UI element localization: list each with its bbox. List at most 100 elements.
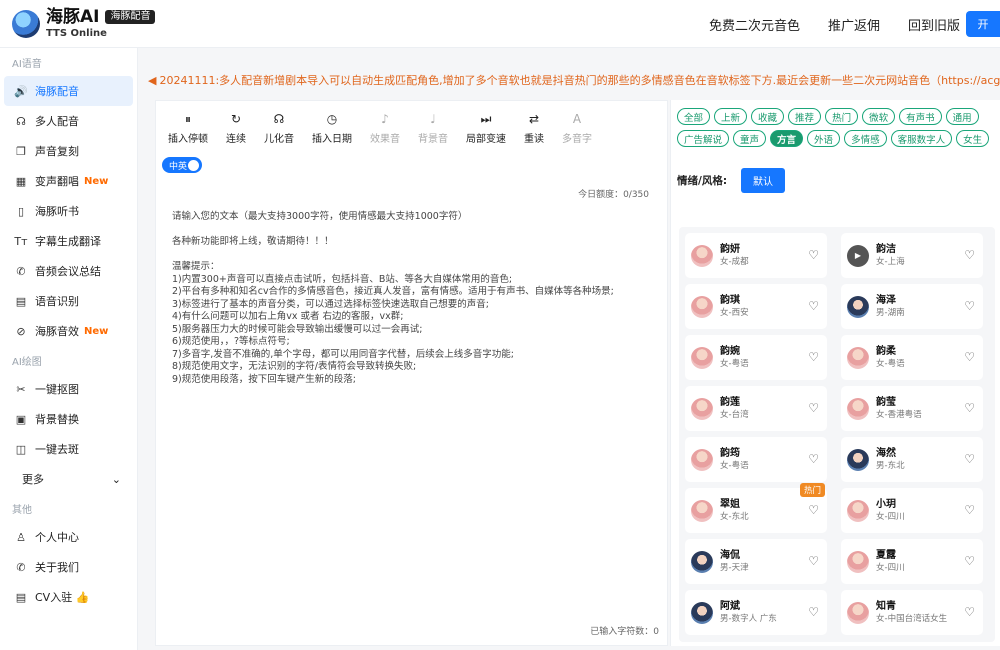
voice-card[interactable]: 海然 男-东北 ♡ <box>841 437 983 482</box>
voice-tag[interactable]: 上新 <box>714 108 748 125</box>
voice-tag[interactable]: 多情感 <box>844 130 887 147</box>
voice-card[interactable]: 韵筠 女-粤语 ♡ <box>685 437 827 482</box>
heart-icon[interactable]: ♡ <box>808 503 819 517</box>
sidebar-item[interactable]: ▯ 海豚听书 <box>4 196 133 226</box>
voice-card[interactable]: 海泽 男-湖南 ♡ <box>841 284 983 329</box>
sidebar-item[interactable]: ▤ CV入驻 👍 <box>4 582 133 612</box>
voice-description: 男-湖南 <box>876 307 905 318</box>
style-default-button[interactable]: 默认 <box>741 168 786 193</box>
voice-card[interactable]: 韵莲 女-台湾 ♡ <box>685 386 827 431</box>
voice-avatar[interactable] <box>847 346 869 369</box>
voice-card[interactable]: 韵妍 女-成都 ♡ <box>685 233 827 278</box>
voice-tag[interactable]: 女生 <box>956 130 990 147</box>
sidebar-item[interactable]: ✆ 关于我们 <box>4 552 133 582</box>
voice-card[interactable]: 韵琪 女-西安 ♡ <box>685 284 827 329</box>
sidebar-item[interactable]: ☊ 多人配音 <box>4 106 133 136</box>
voice-card[interactable]: 阿斌 男-数字人 广东 ♡ <box>685 590 827 635</box>
voice-tag[interactable]: 全部 <box>677 108 711 125</box>
voice-avatar[interactable] <box>847 448 869 471</box>
sidebar-item[interactable]: ♙ 个人中心 <box>4 522 133 552</box>
play-icon[interactable]: ▶ <box>847 244 869 267</box>
heart-icon[interactable]: ♡ <box>808 401 819 415</box>
nav-referral[interactable]: 推广返佣 <box>828 15 880 34</box>
sidebar-item[interactable]: ▤ 语音识别 <box>4 286 133 316</box>
heart-icon[interactable]: ♡ <box>964 299 975 313</box>
heart-icon[interactable]: ♡ <box>808 248 819 262</box>
voice-avatar[interactable] <box>847 397 869 420</box>
voice-tag[interactable]: 客服数字人 <box>890 130 953 147</box>
toolbar-button[interactable]: ⏸ 插入停顿 <box>159 105 217 151</box>
toolbar-button[interactable]: ⏭ 局部变速 <box>457 105 515 151</box>
heart-icon[interactable]: ♡ <box>964 350 975 364</box>
text-input[interactable]: 请输入您的文本（最大支持3000字符，使用情感最大支持1000字符） 各种新功能… <box>172 211 652 386</box>
voice-avatar[interactable] <box>847 499 869 522</box>
sidebar-item[interactable]: ❐ 声音复刻 <box>4 136 133 166</box>
voice-avatar[interactable] <box>847 295 869 318</box>
toolbar-button[interactable]: A 多音字 <box>553 105 601 151</box>
nav-old-version[interactable]: 回到旧版 <box>908 15 960 34</box>
sidebar-item[interactable]: ▦ 变声翻唱 New <box>4 166 133 196</box>
heart-icon[interactable]: ♡ <box>808 299 819 313</box>
voice-tag[interactable]: 方言 <box>770 130 804 147</box>
voice-card[interactable]: 韵柔 女-粤语 ♡ <box>841 335 983 380</box>
voice-avatar[interactable] <box>691 397 713 420</box>
voice-card[interactable]: 海侃 男-天津 ♡ <box>685 539 827 584</box>
voice-avatar[interactable] <box>691 601 713 624</box>
heart-icon[interactable]: ♡ <box>964 452 975 466</box>
heart-icon[interactable]: ♡ <box>964 248 975 262</box>
voice-tag[interactable]: 通用 <box>945 108 979 125</box>
heart-icon[interactable]: ♡ <box>964 503 975 517</box>
toolbar-button[interactable]: ⇄ 重读 <box>515 105 553 151</box>
sidebar-item[interactable]: ✆ 音频会议总结 <box>4 256 133 286</box>
heart-icon[interactable]: ♡ <box>808 554 819 568</box>
voice-card[interactable]: 韵婉 女-粤语 ♡ <box>685 335 827 380</box>
heart-icon[interactable]: ♡ <box>808 350 819 364</box>
toolbar-button[interactable]: ↻ 连续 <box>217 105 255 151</box>
heart-icon[interactable]: ♡ <box>808 452 819 466</box>
voice-tag[interactable]: 收藏 <box>751 108 785 125</box>
heart-icon[interactable]: ♡ <box>808 605 819 619</box>
logo[interactable]: 海豚AI 海豚配音 TTS Online <box>0 8 160 39</box>
voice-card[interactable]: 韵莹 女-香港粤语 ♡ <box>841 386 983 431</box>
heart-icon[interactable]: ♡ <box>964 401 975 415</box>
sidebar-item[interactable]: Tт 字幕生成翻译 <box>4 226 133 256</box>
voice-avatar[interactable] <box>691 499 713 522</box>
voice-tag[interactable]: 广告解说 <box>677 130 730 147</box>
nav-free-anime-voices[interactable]: 免费二次元音色 <box>709 15 800 34</box>
toolbar-button[interactable]: ♩ 背景音 <box>409 105 457 151</box>
sidebar-item[interactable]: 🔊 海豚配音 <box>4 76 133 106</box>
voice-avatar[interactable] <box>691 295 713 318</box>
open-button[interactable]: 开 <box>966 11 1000 37</box>
voice-avatar[interactable] <box>691 244 713 267</box>
voice-tag[interactable]: 有声书 <box>899 108 942 125</box>
toolbar-icon: ◷ <box>326 111 338 126</box>
heart-icon[interactable]: ♡ <box>964 554 975 568</box>
voice-tag[interactable]: 推荐 <box>788 108 822 125</box>
voice-card[interactable]: 翠姐 女-东北 ♡ 热门 <box>685 483 827 533</box>
sidebar-item-label: 一键抠图 <box>35 383 79 396</box>
voice-tag[interactable]: 外语 <box>807 130 841 147</box>
voice-card[interactable]: 小玥 女-四川 ♡ <box>841 488 983 533</box>
voice-tag[interactable]: 微软 <box>862 108 896 125</box>
voice-avatar[interactable] <box>847 601 869 624</box>
sidebar-more-toggle[interactable]: 更多 ⌄ <box>4 464 133 494</box>
voice-name: 阿斌 <box>720 600 740 612</box>
voice-card[interactable]: 夏露 女-四川 ♡ <box>841 539 983 584</box>
voice-avatar[interactable] <box>691 346 713 369</box>
heart-icon[interactable]: ♡ <box>964 605 975 619</box>
sidebar-item[interactable]: ▣ 背景替换 <box>4 404 133 434</box>
zh-en-toggle[interactable]: 中英 <box>162 157 202 173</box>
sidebar-item[interactable]: ◫ 一键去斑 <box>4 434 133 464</box>
voice-tag[interactable]: 童声 <box>733 130 767 147</box>
voice-avatar[interactable] <box>847 550 869 573</box>
voice-card[interactable]: ▶ 韵洁 女-上海 ♡ <box>841 233 983 278</box>
toolbar-button[interactable]: ♪ 效果音 <box>361 105 409 151</box>
voice-card[interactable]: 知青 女-中国台湾话女生 ♡ <box>841 590 983 635</box>
voice-tag[interactable]: 热门 <box>825 108 859 125</box>
toolbar-button[interactable]: ☊ 儿化音 <box>255 105 303 151</box>
voice-avatar[interactable] <box>691 550 713 573</box>
toolbar-button[interactable]: ◷ 插入日期 <box>303 105 361 151</box>
voice-avatar[interactable] <box>691 448 713 471</box>
sidebar-item[interactable]: ✂ 一键抠图 <box>4 374 133 404</box>
sidebar-item[interactable]: ⊘ 海豚音效 New <box>4 316 133 346</box>
